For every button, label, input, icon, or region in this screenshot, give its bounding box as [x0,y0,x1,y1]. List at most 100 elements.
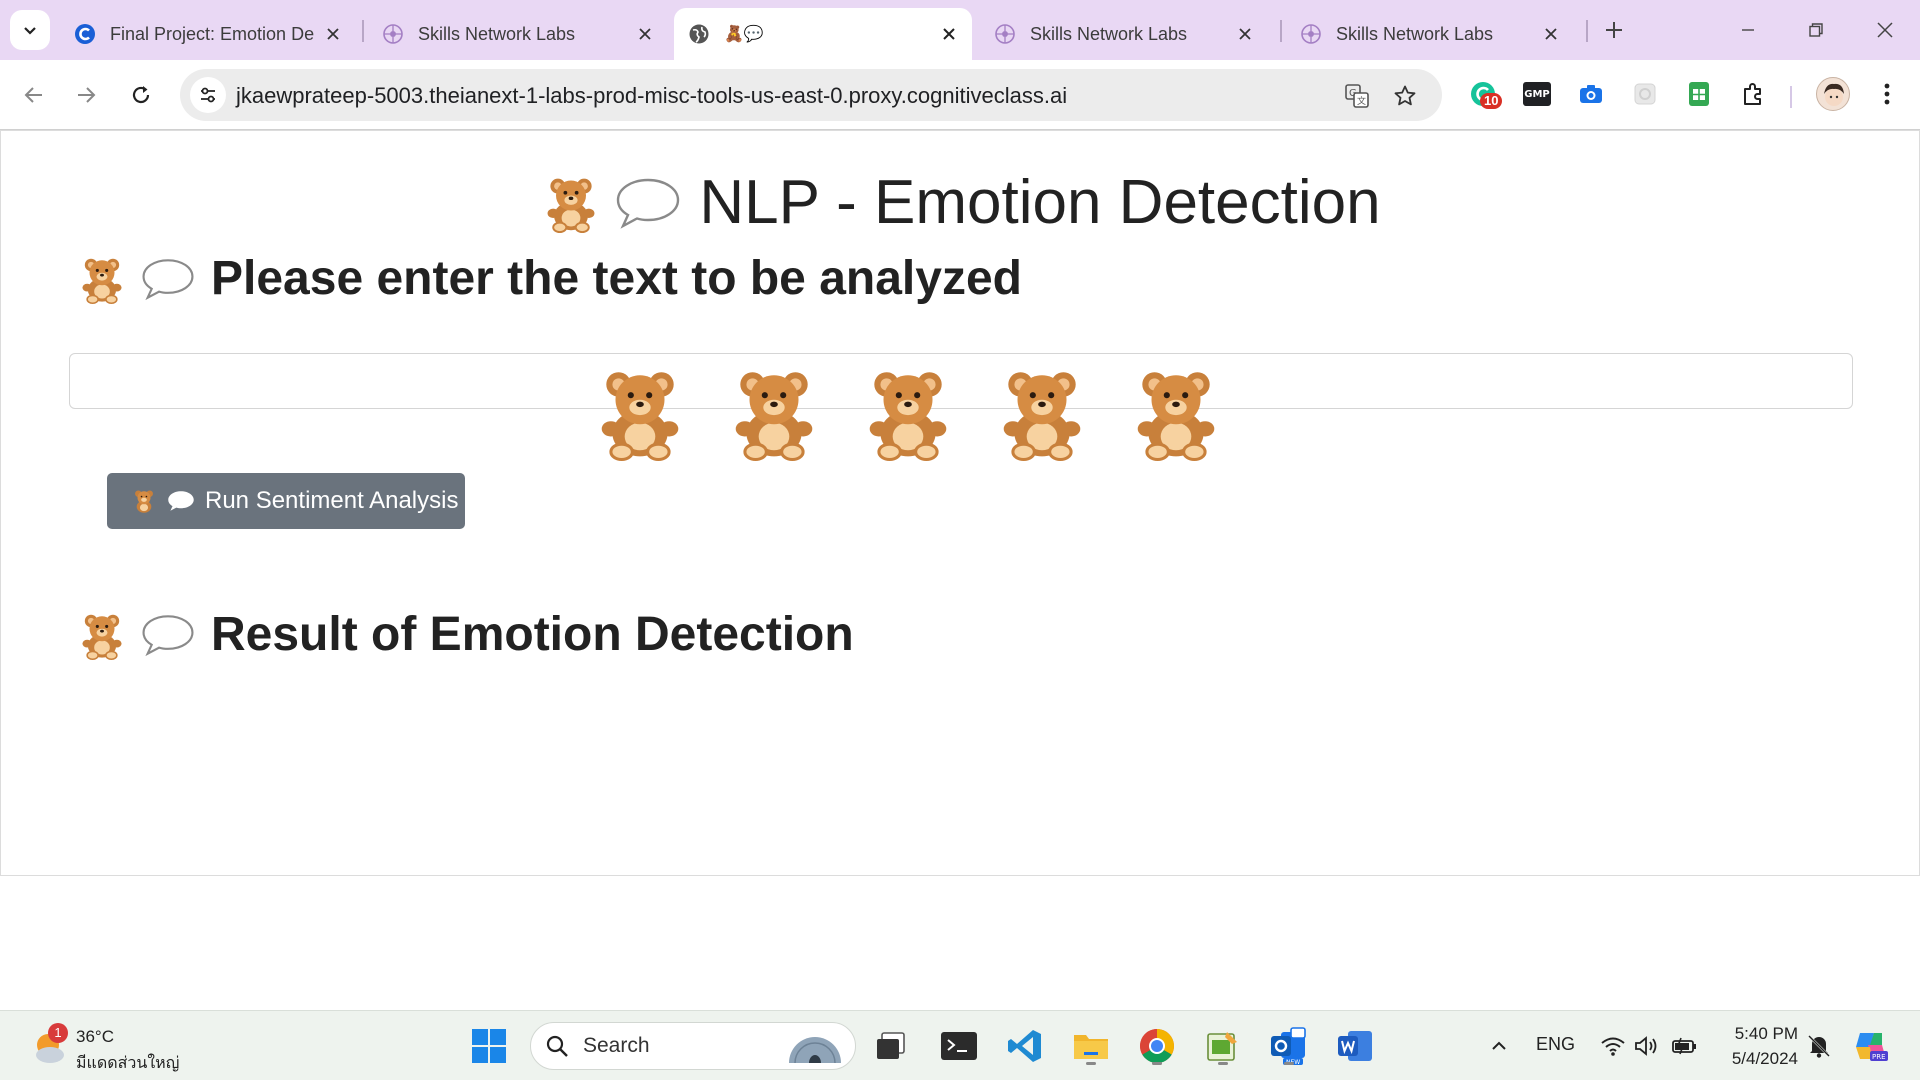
taskbar-file-explorer[interactable] [1070,1025,1112,1067]
bookmark-button[interactable] [1390,81,1420,111]
teddy-bear-icon [869,372,947,461]
taskbar-terminal[interactable] [938,1025,980,1067]
teddy-bear-icon [547,178,595,233]
extension-faded[interactable] [1628,77,1662,111]
tab-strip: Final Project: Emotion De Skills Network… [0,0,1920,60]
site-info-button[interactable] [190,77,226,113]
tab-title: Final Project: Emotion De [110,23,315,44]
close-icon[interactable] [1234,23,1256,45]
tab-skills-network-2[interactable]: Skills Network Labs [980,8,1268,60]
restore-button[interactable] [1793,10,1839,50]
chrome-menu-button[interactable] [1872,77,1902,111]
arrow-right-icon [78,87,96,103]
back-button[interactable] [14,75,54,115]
page-title-text: NLP - Emotion Detection [699,168,1381,237]
extensions-menu-button[interactable] [1736,77,1770,111]
weather-widget[interactable]: 1 36°C มีแดดส่วนใหญ่ [28,1019,188,1073]
chrome-icon [1140,1029,1174,1063]
teddy-bear-icon [1137,372,1215,461]
language-indicator[interactable]: ENG [1536,1034,1575,1055]
new-tab-button[interactable] [1598,14,1630,46]
notifications-button[interactable] [1798,1025,1840,1067]
restore-icon [1809,23,1823,37]
extension-gmp[interactable]: GMP [1520,77,1554,111]
battery-status[interactable] [1664,1025,1706,1067]
result-heading: Result of Emotion Detection [77,607,854,662]
battery-icon [1672,1037,1696,1055]
skills-network-icon [994,23,1016,45]
avatar-icon [1824,83,1844,106]
taskbar-word[interactable] [1334,1025,1376,1067]
close-icon[interactable] [322,23,344,45]
taskbar-clock[interactable]: 5:40 PM 5/4/2024 [1718,1021,1798,1071]
address-bar[interactable]: jkaewprateep-5003.theianext-1-labs-prod-… [180,69,1442,121]
input-heading-text: Please enter the text to be analyzed [211,252,1022,305]
taskbar-vscode[interactable] [1004,1025,1046,1067]
taskbar-search[interactable]: Search [530,1022,856,1070]
svg-text:文: 文 [1357,95,1366,107]
copilot-icon: PRE [1856,1033,1888,1061]
tab-title: Skills Network Labs [1336,23,1494,44]
globe-icon [688,23,710,45]
forward-button[interactable] [66,75,106,115]
puzzle-icon [1744,83,1761,105]
star-icon [1394,85,1416,106]
extension-sheets[interactable] [1682,77,1716,111]
reload-button[interactable] [121,75,161,115]
tab-title: Skills Network Labs [418,23,576,44]
speech-bubble-icon [142,614,194,656]
terminal-icon [941,1032,977,1060]
page-content: NLP - Emotion Detection Please enter the… [0,130,1920,876]
speech-bubble-icon [617,178,680,229]
show-hidden-icons-button[interactable] [1478,1025,1520,1067]
tab-skills-network-1[interactable]: Skills Network Labs [368,8,668,60]
taskbar-app-editor[interactable] [1202,1025,1244,1067]
teddy-bear-icon [601,372,679,461]
translate-button[interactable]: G文 [1342,81,1372,111]
minimize-button[interactable] [1725,10,1771,50]
sheets-icon [1689,82,1709,106]
start-button[interactable] [468,1025,510,1067]
extension-grammarly[interactable]: 10 [1466,77,1503,111]
weather-badge: 1 [48,1023,68,1043]
tab-skills-network-3[interactable]: Skills Network Labs [1286,8,1574,60]
app-editor-icon [1207,1032,1237,1061]
toolbar-separator [1790,86,1792,108]
teddy-bear-icon [735,372,813,461]
copilot-button[interactable]: PRE [1850,1025,1892,1067]
run-sentiment-analysis-button[interactable]: Run Sentiment Analysis [107,473,465,529]
speech-bubble-icon [168,491,194,511]
outlook-icon: NEW [1271,1027,1306,1066]
running-indicator [1086,1062,1096,1065]
task-view-icon [877,1032,905,1059]
skills-network-icon [382,23,404,45]
close-icon[interactable] [1540,23,1562,45]
wifi-icon [1601,1037,1625,1056]
tab-separator [362,20,364,42]
extension-screenshot[interactable] [1574,77,1608,111]
close-icon[interactable] [938,23,960,45]
word-icon [1338,1031,1372,1061]
teddy-bear-icon [1003,372,1081,461]
input-heading: Please enter the text to be analyzed [77,251,1022,306]
notification-bell-icon [1808,1035,1830,1058]
clock-time: 5:40 PM [1734,1024,1798,1043]
running-indicator [1218,1062,1228,1065]
volume-status[interactable] [1626,1025,1668,1067]
profile-avatar[interactable] [1816,77,1850,111]
tab-title: Skills Network Labs [1030,23,1188,44]
windows-logo-icon [472,1029,506,1063]
search-icon [546,1035,568,1057]
tab-search-button[interactable] [10,10,50,50]
taskbar-task-view[interactable] [870,1025,912,1067]
close-window-button[interactable] [1862,10,1908,50]
tab-final-project[interactable]: Final Project: Emotion De [60,8,356,60]
taskbar-chrome[interactable] [1136,1025,1178,1067]
clock-date: 5/4/2024 [1731,1049,1798,1068]
taskbar-outlook-new[interactable]: NEW [1268,1025,1310,1067]
skills-network-icon [1300,23,1322,45]
weather-description: มีแดดส่วนใหญ่ [76,1055,180,1072]
tab-emotion-app[interactable]: 🧸💬 [674,8,972,60]
camera-icon [1580,85,1602,103]
close-icon[interactable] [634,23,656,45]
